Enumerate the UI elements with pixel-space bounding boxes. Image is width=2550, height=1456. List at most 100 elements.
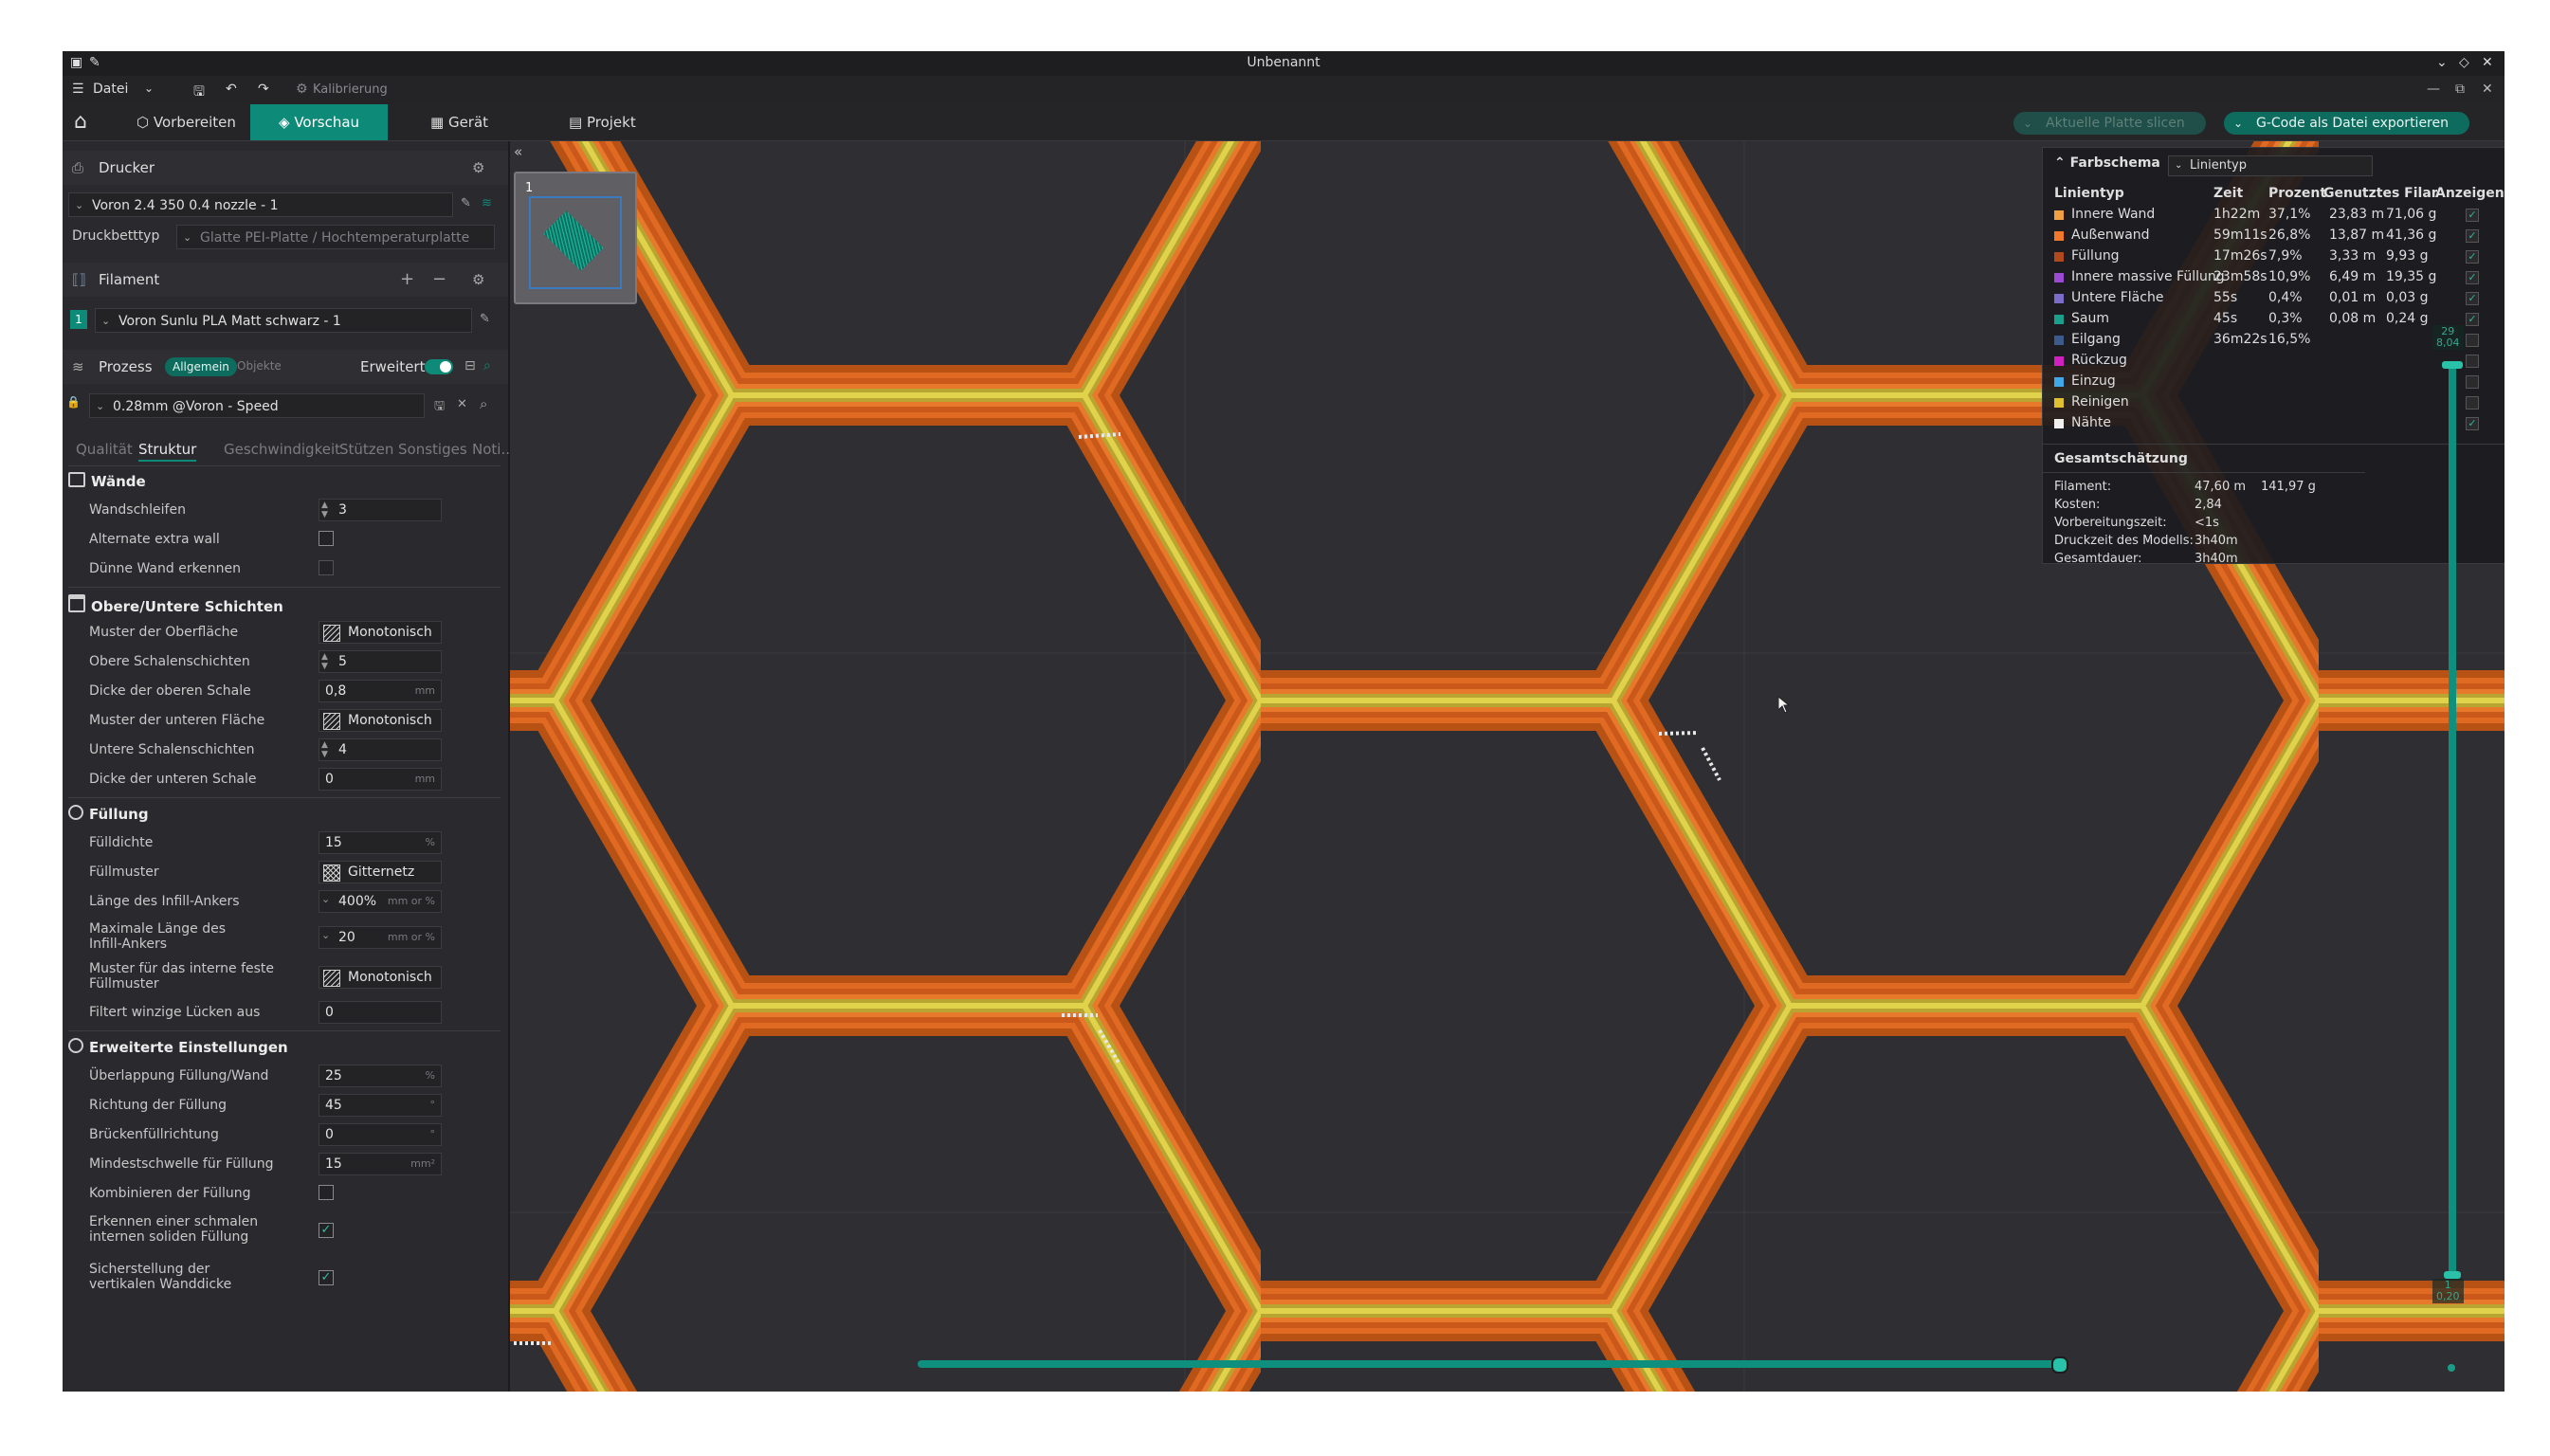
legend-row-visibility-checkbox[interactable]: ✓ xyxy=(2466,209,2479,222)
subtab-others[interactable]: Sonstiges xyxy=(398,441,467,458)
subtab-structure[interactable]: Struktur xyxy=(138,441,197,462)
save-preset-icon[interactable]: 🖫 xyxy=(434,397,445,418)
legend-row-visibility-checkbox[interactable] xyxy=(2466,355,2479,368)
hamburger-menu-icon[interactable]: ☰ xyxy=(72,82,84,97)
bottom-layers-input[interactable]: ▲ ▼ 4 xyxy=(319,738,442,761)
close-icon[interactable]: ✕ xyxy=(457,397,467,411)
infill-threshold-input[interactable]: 15 mm² xyxy=(319,1153,442,1175)
infill-direction-input[interactable]: 45 ° xyxy=(319,1094,442,1117)
calibration-menu[interactable]: Kalibrierung xyxy=(313,82,388,97)
remove-filament-icon[interactable]: − xyxy=(432,269,446,289)
spinner-icon[interactable]: ▲ ▼ xyxy=(321,652,328,671)
top-pattern-select[interactable]: Monotonisch xyxy=(319,621,442,644)
infill-anchor-max-input[interactable]: ⌄ 20 mm or % xyxy=(319,926,442,949)
alternate-wall-checkbox[interactable] xyxy=(319,531,334,546)
legend-row-visibility-checkbox[interactable]: ✓ xyxy=(2466,313,2479,326)
legend-row-visibility-checkbox[interactable] xyxy=(2466,396,2479,410)
plate-thumbnail[interactable]: 1 xyxy=(514,172,637,304)
file-menu[interactable]: Datei xyxy=(93,82,128,97)
process-preset-select[interactable]: ⌄ 0.28mm @Voron - Speed xyxy=(89,393,425,418)
bottom-layer-handle[interactable] xyxy=(2444,1271,2461,1279)
collapse-sidebar-icon[interactable]: « xyxy=(514,143,522,160)
gap-fill-input[interactable]: 0 xyxy=(319,1001,442,1024)
legend-row-visibility-checkbox[interactable] xyxy=(2466,334,2479,347)
subtab-notes[interactable]: Noti... xyxy=(472,441,515,458)
chevron-down-icon[interactable]: ⌄ xyxy=(2436,55,2448,70)
top-layer-handle[interactable] xyxy=(2442,361,2463,369)
chevron-down-icon[interactable]: ⌄ xyxy=(321,894,330,904)
bridge-direction-input[interactable]: 0 ° xyxy=(319,1123,442,1146)
legend-row-visibility-checkbox[interactable]: ✓ xyxy=(2466,417,2479,430)
overlap-input[interactable]: 25% xyxy=(319,1065,442,1087)
collapse-legend-chevron-icon[interactable]: ⌃ xyxy=(2054,155,2070,171)
printer-section-header[interactable]: ⎙ Drucker ⚙ xyxy=(63,151,508,185)
mode-objects-toggle[interactable]: Objekte xyxy=(237,359,282,373)
edit-printer-icon[interactable]: ✎ xyxy=(461,196,471,210)
subtab-support[interactable]: Stützen xyxy=(339,441,393,458)
slice-plate-button[interactable]: ⌄ Aktuelle Platte slicen xyxy=(2013,112,2206,135)
bottom-pattern-select[interactable]: Monotonisch xyxy=(319,709,442,732)
add-filament-icon[interactable]: + xyxy=(400,269,414,289)
thin-wall-checkbox[interactable] xyxy=(319,560,334,575)
preview-viewport[interactable]: « 1 ⌃ Farbschema ⌄ Linientyp Linientyp Ze… xyxy=(510,141,2504,1392)
compare-icon[interactable]: ⊟ xyxy=(464,358,476,373)
minimize-icon[interactable]: — xyxy=(2427,82,2440,97)
filament-section-header[interactable]: ⟦⟧ Filament + − ⚙ xyxy=(63,263,508,297)
advanced-toggle[interactable] xyxy=(425,359,453,374)
infill-density-input[interactable]: 15% xyxy=(319,831,442,854)
legend-row-visibility-checkbox[interactable] xyxy=(2466,375,2479,389)
move-slider[interactable] xyxy=(918,1360,2063,1368)
totals-label: Gesamtdauer: xyxy=(2054,552,2142,566)
maximize-icon[interactable]: ⧉ xyxy=(2455,82,2465,97)
infill-anchor-input[interactable]: ⌄ 400% mm or % xyxy=(319,890,442,913)
settings-gear-icon[interactable]: ⚙ xyxy=(472,271,484,288)
top-thickness-input[interactable]: 0,8 mm xyxy=(319,680,442,702)
legend-row-visibility-checkbox[interactable]: ✓ xyxy=(2466,229,2479,243)
wifi-icon[interactable]: ≋ xyxy=(482,196,492,210)
internal-solid-pattern-select[interactable]: Monotonisch xyxy=(319,966,442,989)
printer-select[interactable]: ⌄ Voron 2.4 350 0.4 nozzle - 1 xyxy=(68,192,453,217)
calibration-gear-icon[interactable]: ⚙ xyxy=(296,82,308,97)
close-icon[interactable]: ✕ xyxy=(2482,82,2493,97)
slider-settings-icon[interactable] xyxy=(2448,1364,2455,1372)
wall-loops-input[interactable]: ▲ ▼ 3 xyxy=(319,499,442,521)
tab-prepare[interactable]: ⬡ Vorbereiten xyxy=(119,104,253,140)
subtab-quality[interactable]: Qualität xyxy=(76,441,133,458)
vertical-thickness-checkbox[interactable]: ✓ xyxy=(319,1270,334,1285)
export-gcode-button[interactable]: ⌄ G-Code als Datei exportieren xyxy=(2224,112,2469,135)
spinner-icon[interactable]: ▲ ▼ xyxy=(321,740,328,759)
top-layers-input[interactable]: ▲ ▼ 5 xyxy=(319,650,442,673)
tab-preview[interactable]: ◈ Vorschau xyxy=(250,104,389,140)
move-slider-handle[interactable] xyxy=(2051,1356,2068,1374)
close-icon[interactable]: ✕ xyxy=(2482,55,2493,70)
bottom-thickness-input[interactable]: 0 mm xyxy=(319,768,442,791)
undo-icon[interactable]: ↶ xyxy=(226,82,237,97)
search-icon[interactable]: ⌕ xyxy=(480,395,487,412)
combine-infill-checkbox[interactable] xyxy=(319,1185,334,1200)
edit-filament-icon[interactable]: ✎ xyxy=(480,312,490,326)
restore-icon[interactable]: ◇ xyxy=(2459,55,2469,70)
settings-gear-icon[interactable]: ⚙ xyxy=(472,159,484,176)
filament-index-badge[interactable]: 1 xyxy=(70,310,87,329)
legend-row-visibility-checkbox[interactable]: ✓ xyxy=(2466,271,2479,284)
home-icon[interactable]: ⌂ xyxy=(63,104,99,140)
spinner-icon[interactable]: ▲ ▼ xyxy=(321,500,328,519)
chevron-down-icon[interactable]: ⌄ xyxy=(321,930,330,940)
layer-range-slider[interactable] xyxy=(2449,365,2456,1275)
tab-device[interactable]: ▦ Gerät xyxy=(413,104,505,140)
search-settings-icon[interactable]: ⌕ xyxy=(483,358,491,373)
filament-select[interactable]: ⌄ Voron Sunlu PLA Matt schwarz - 1 xyxy=(95,308,472,333)
file-menu-chevron-icon[interactable]: ⌄ xyxy=(144,82,154,95)
legend-row-visibility-checkbox[interactable]: ✓ xyxy=(2466,250,2479,264)
infill-pattern-select[interactable]: Gitternetz xyxy=(319,861,442,883)
legend-row-visibility-checkbox[interactable]: ✓ xyxy=(2466,292,2479,305)
mode-general-toggle[interactable]: Allgemein xyxy=(165,357,237,376)
narrow-solid-infill-checkbox[interactable]: ✓ xyxy=(319,1223,334,1238)
color-scheme-select[interactable]: ⌄ Linientyp xyxy=(2168,155,2373,176)
save-icon[interactable]: 🖫 xyxy=(193,82,205,104)
bed-type-select[interactable]: ⌄ Glatte PEI-Platte / Hochtemperaturplatt… xyxy=(176,225,495,249)
tab-project[interactable]: ▤ Projekt xyxy=(552,104,653,140)
subtab-speed[interactable]: Geschwindigkeit xyxy=(224,441,340,458)
top-pattern-label: Muster der Oberfläche xyxy=(89,625,239,640)
redo-icon[interactable]: ↷ xyxy=(258,82,269,97)
